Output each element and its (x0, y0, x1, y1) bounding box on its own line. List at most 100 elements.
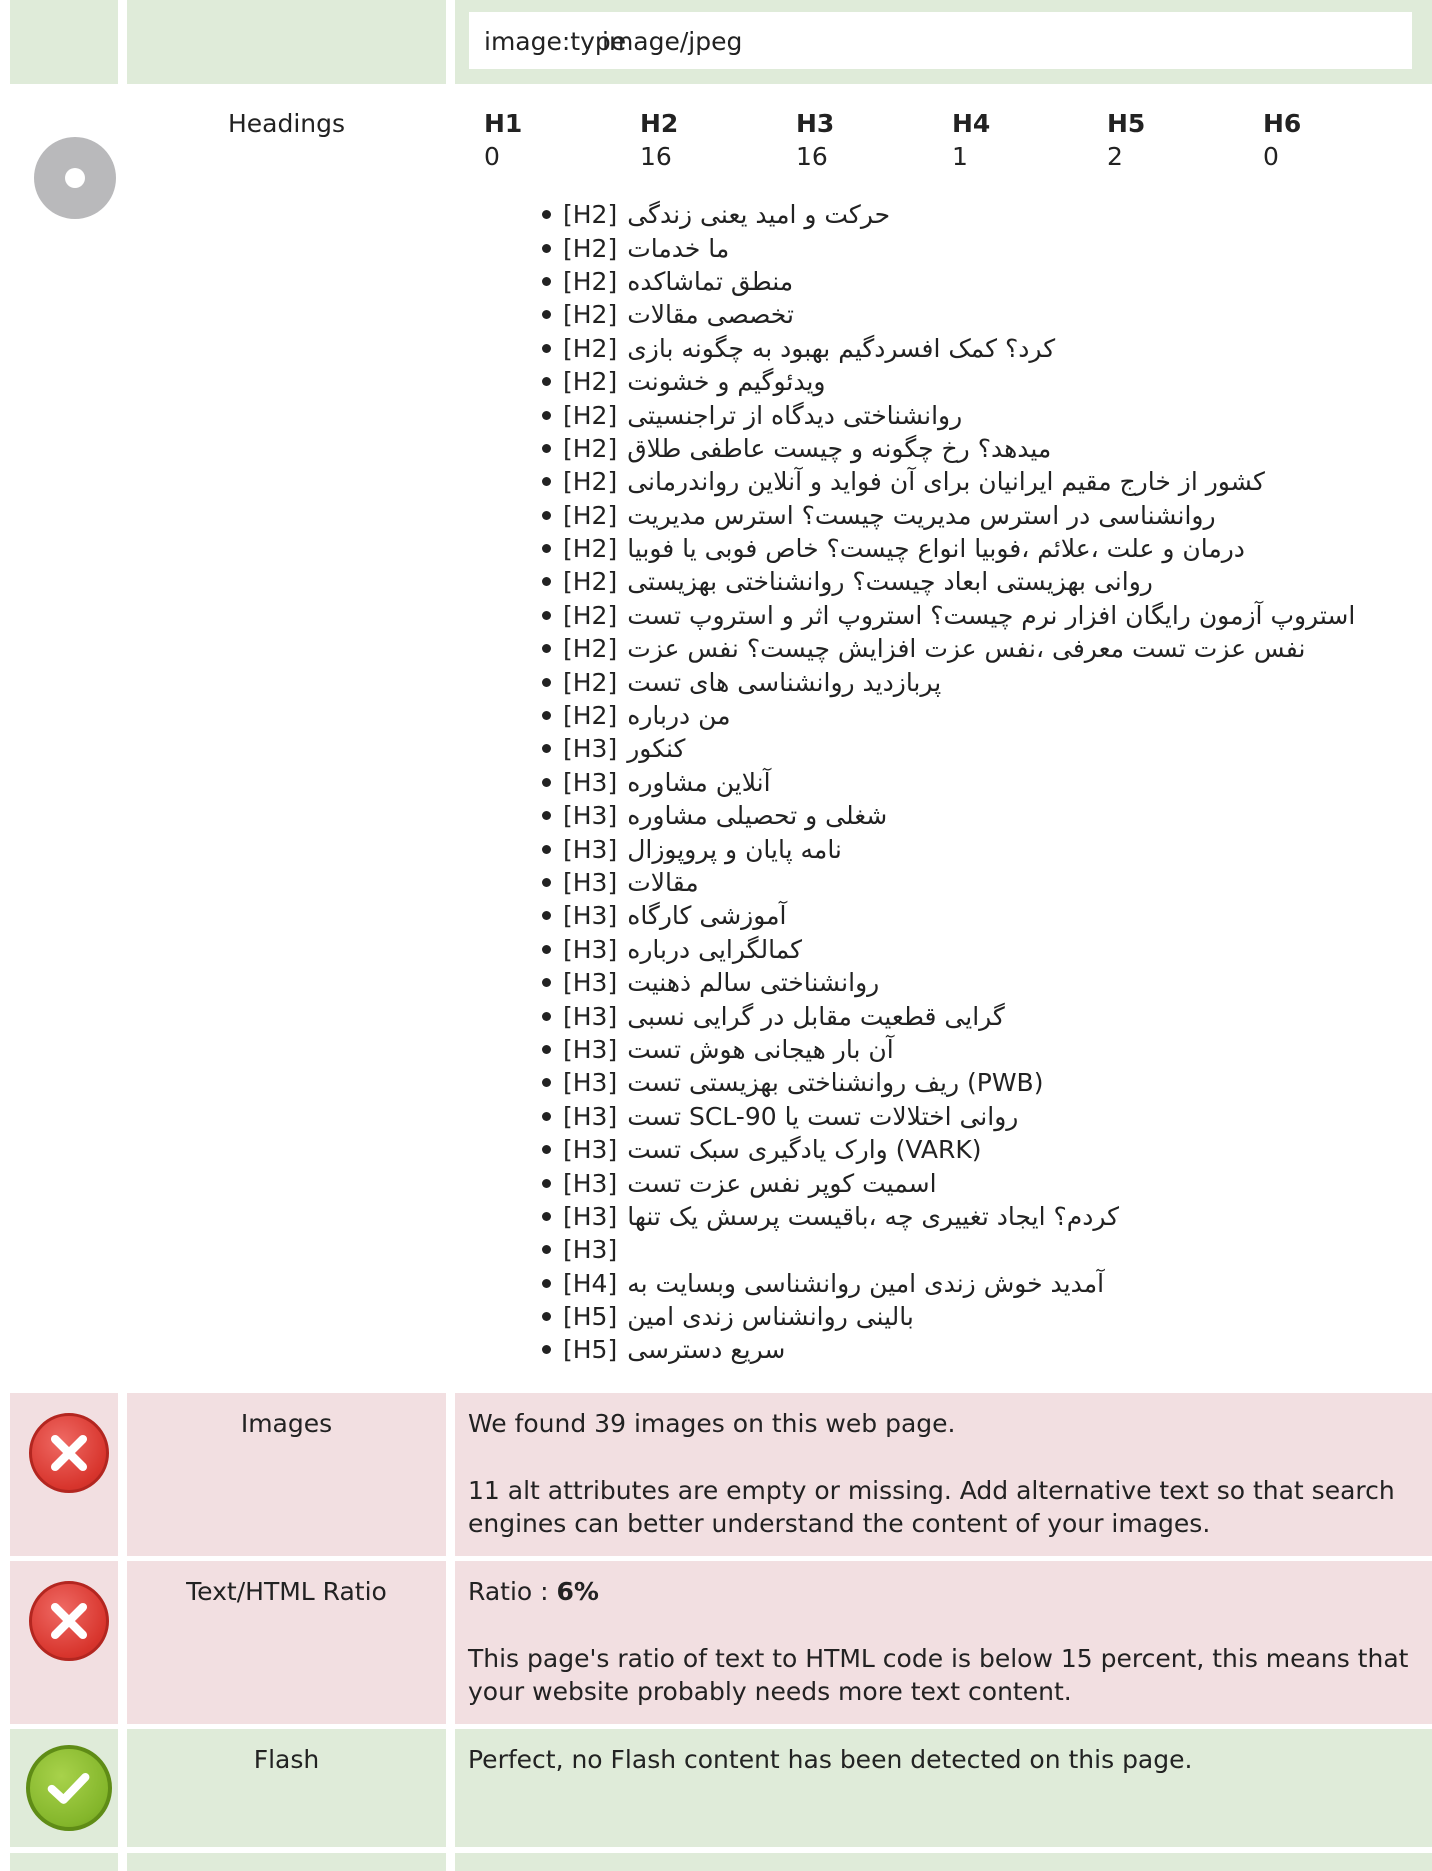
next-label-cell (127, 1853, 446, 1871)
meta-icon-cell (10, 0, 118, 84)
heading-list-tag: [H3] (563, 1101, 618, 1131)
heading-list-tag: [H5] (563, 1335, 618, 1365)
heading-list-text: کشور از خارج مقیم ایرانیان برای آن فواید… (627, 467, 1265, 497)
heading-list-text: روانی بهزیستی ابعاد چیست؟ روانشناختی بهز… (627, 567, 1153, 597)
heading-list-item: [H3] (PWB) ریف روانشناختی بهزیستی تست (455, 1066, 1412, 1099)
heading-list-item-content: [H2] ویدئوگیم و خشونت (542, 365, 825, 398)
heading-list-item: [H5] بالینی روانشناس زندی امین (455, 1300, 1412, 1333)
heading-list-tag: [H2] (563, 534, 618, 564)
heading-list-item-content: [H2] من درباره (542, 699, 731, 732)
heading-list-text: آمدید خوش زندی امین روانشناسی وبسایت به (627, 1268, 1105, 1298)
heading-tag: H2 (640, 109, 679, 138)
heading-list-item-content: [H2] روانی بهزیستی ابعاد چیست؟ روانشناختی… (542, 565, 1153, 598)
next-body-cell (455, 1853, 1432, 1871)
ratio-value-line: Ratio : 6% (468, 1575, 1412, 1608)
heading-list-tag: [H4] (563, 1268, 618, 1298)
heading-list-item-content: [H3] مقالات (542, 866, 699, 899)
heading-count: 0 (484, 142, 500, 171)
heading-list-item-content: [H3] (542, 1233, 627, 1266)
heading-list-text: اسمیت کوپر نفس عزت تست (627, 1168, 937, 1198)
heading-list-item-content: [H3] اسمیت کوپر نفس عزت تست (542, 1167, 937, 1200)
heading-list-item-content: [H3] آنلاین مشاوره (542, 766, 771, 799)
heading-list-item-content: [H3] کنکور (542, 732, 685, 765)
heading-list-tag: [H2] (563, 600, 618, 630)
bullet-icon (542, 677, 551, 687)
next-row (0, 1853, 1432, 1871)
ratio-warning: This page's ratio of text to HTML code i… (468, 1644, 1409, 1706)
headings-label-cell: Headings (127, 93, 446, 1391)
bullet-icon (542, 210, 551, 220)
heading-list-item: [H2] ما خدمات (455, 231, 1412, 264)
bullet-icon (542, 1245, 551, 1255)
bullet-icon (542, 811, 551, 821)
images-label-cell: Images (127, 1393, 446, 1556)
heading-list-text: نامه پایان و پروپوزال (627, 834, 842, 864)
heading-list-item: [H2] استروپ آزمون رایگان افزار نرم چیست؟ … (455, 599, 1412, 632)
heading-list-text: روانشناختی سالم ذهنیت (627, 968, 880, 998)
bullet-icon (542, 276, 551, 286)
heading-list-tag: [H2] (563, 300, 618, 330)
heading-list-item: [H3] روانی اختلالات تست یا SCL-90 تست (455, 1100, 1412, 1133)
heading-list-text: کردم؟ ایجاد تغییری چه ،باقیست پرسش یک تن… (627, 1201, 1120, 1231)
heading-list-item: [H3] آن بار هیجانی هوش تست (455, 1033, 1412, 1066)
heading-list-item-content: [H3] روانی اختلالات تست یا SCL-90 تست (542, 1100, 1018, 1133)
bullet-icon (542, 1145, 551, 1155)
heading-list-item: [H2] روانشناسی در استرس مدیریت چیست؟ استر… (455, 499, 1412, 532)
bullet-icon (542, 510, 551, 520)
heading-list-tag: [H3] (563, 1168, 618, 1198)
heading-list-text: کمالگرایی درباره (627, 934, 803, 964)
images-alt-warning: 11 alt attributes are empty or missing. … (468, 1476, 1395, 1538)
heading-list-item: [H2] تخصصی مقالات (455, 298, 1412, 331)
ratio-value: 6% (556, 1577, 599, 1606)
heading-list-item-content: [H3] (VARK) وارک یادگیری سبک تست (542, 1133, 982, 1166)
ratio-row: Text/HTML Ratio Ratio : 6% This page's r… (0, 1561, 1432, 1724)
headings-list: [H2] حرکت و امید یعنی زندگی [H2] ما خدمات [H… (455, 198, 1412, 1367)
bullet-icon (542, 911, 551, 921)
bullet-icon (542, 1078, 551, 1088)
heading-list-tag: [H5] (563, 1302, 618, 1332)
bullet-icon (542, 1211, 551, 1221)
heading-count: 16 (796, 142, 828, 171)
flash-label: Flash (253, 1745, 320, 1774)
flash-label-cell: Flash (127, 1729, 446, 1847)
flash-row: Flash Perfect, no Flash content has been… (0, 1729, 1432, 1847)
heading-tag: H1 (484, 109, 523, 138)
heading-tag: H5 (1107, 109, 1146, 138)
heading-list-item: [H2] ویدئوگیم و خشونت (455, 365, 1412, 398)
heading-list-tag: [H2] (563, 667, 618, 697)
heading-list-item: [H3] کنکور (455, 732, 1412, 765)
heading-list-tag: [H3] (563, 1001, 618, 1031)
heading-list-item: [H2] کشور از خارج مقیم ایرانیان برای آن ف… (455, 465, 1412, 498)
bullet-icon (542, 577, 551, 587)
heading-list-item: [H3] کمالگرایی درباره (455, 933, 1412, 966)
heading-list-item-content: [H3] گرایی قطعیت مقابل در گرایی نسبی (542, 1000, 1005, 1033)
heading-list-item-content: [H2] پربازدید روانشناسی های تست (542, 666, 941, 699)
heading-list-item: [H3] (VARK) وارک یادگیری سبک تست (455, 1133, 1412, 1166)
ratio-label-cell: Text/HTML Ratio (127, 1561, 446, 1724)
images-row: Images We found 39 images on this web pa… (0, 1393, 1432, 1556)
heading-list-tag: [H2] (563, 266, 618, 296)
heading-list-text: کرد؟ کمک افسردگیم بهبود به چگونه بازی (627, 333, 1056, 363)
heading-list-tag: [H2] (563, 433, 618, 463)
heading-list-tag: [H3] (563, 801, 618, 831)
ratio-body-cell: Ratio : 6% This page's ratio of text to … (455, 1561, 1432, 1724)
heading-list-item: [H3] شغلی و تحصیلی مشاوره (455, 799, 1412, 832)
meta-body-cell: image:type image/jpeg (455, 0, 1432, 84)
heading-list-item: [H3] اسمیت کوپر نفس عزت تست (455, 1166, 1412, 1199)
ratio-prefix: Ratio : (468, 1577, 557, 1606)
heading-list-text: سریع دسترسی (627, 1335, 786, 1365)
heading-list-tag: [H3] (563, 1135, 618, 1165)
headings-body-cell: H1 0 H2 16 H3 16 H4 1 H5 2 H6 0 [H2] حرک… (455, 93, 1432, 1391)
heading-list-item: [H2] درمان و علت ،علائم ،فوبیا انواع چیست… (455, 532, 1412, 565)
flash-body-cell: Perfect, no Flash content has been detec… (455, 1729, 1432, 1847)
bullet-icon (542, 310, 551, 320)
heading-list-tag: [H3] (563, 901, 618, 931)
heading-list-text: (PWB) ریف روانشناختی بهزیستی تست (627, 1068, 1044, 1098)
heading-list-item: [H3] آنلاین مشاوره (455, 766, 1412, 799)
heading-list-text: میدهد؟ رخ چگونه و چیست عاطفی طلاق (627, 433, 1052, 463)
heading-list-item-content: [H3] کمالگرایی درباره (542, 933, 802, 966)
bullet-icon (542, 744, 551, 754)
heading-list-item-content: [H2] روانشناختی دیدگاه از تراجنسیتی (542, 399, 962, 432)
heading-list-text: ما خدمات (627, 233, 730, 263)
heading-list-tag: [H3] (563, 834, 618, 864)
